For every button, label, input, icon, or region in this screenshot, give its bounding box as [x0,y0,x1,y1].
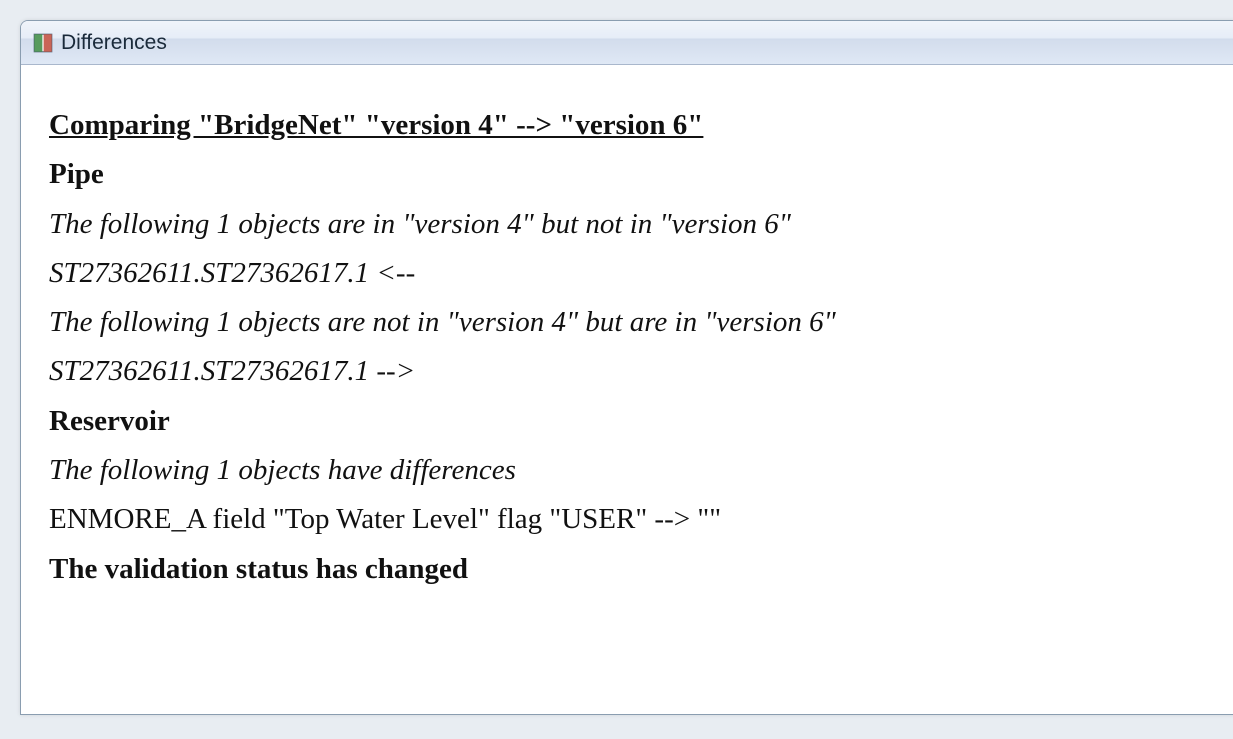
section-pipe-title: Pipe [49,150,1211,199]
differences-window: Differences Comparing "BridgeNet" "versi… [20,20,1233,715]
window-icon [33,33,53,53]
pipe-removed-caption: The following 1 objects are in "version … [49,200,1211,249]
pipe-added-caption: The following 1 objects are not in "vers… [49,298,1211,347]
reservoir-diff-item: ENMORE_A field "Top Water Level" flag "U… [49,495,1211,544]
pipe-removed-item: ST27362611.ST27362617.1 <-- [49,249,1211,298]
section-reservoir-title: Reservoir [49,397,1211,446]
window-title: Differences [61,31,167,55]
reservoir-diff-caption: The following 1 objects have differences [49,446,1211,495]
window-titlebar[interactable]: Differences [21,21,1233,65]
report-body: Comparing "BridgeNet" "version 4" --> "v… [21,65,1233,714]
validation-status-line: The validation status has changed [49,545,1211,594]
pipe-added-item: ST27362611.ST27362617.1 --> [49,347,1211,396]
report-heading: Comparing "BridgeNet" "version 4" --> "v… [49,101,1211,150]
